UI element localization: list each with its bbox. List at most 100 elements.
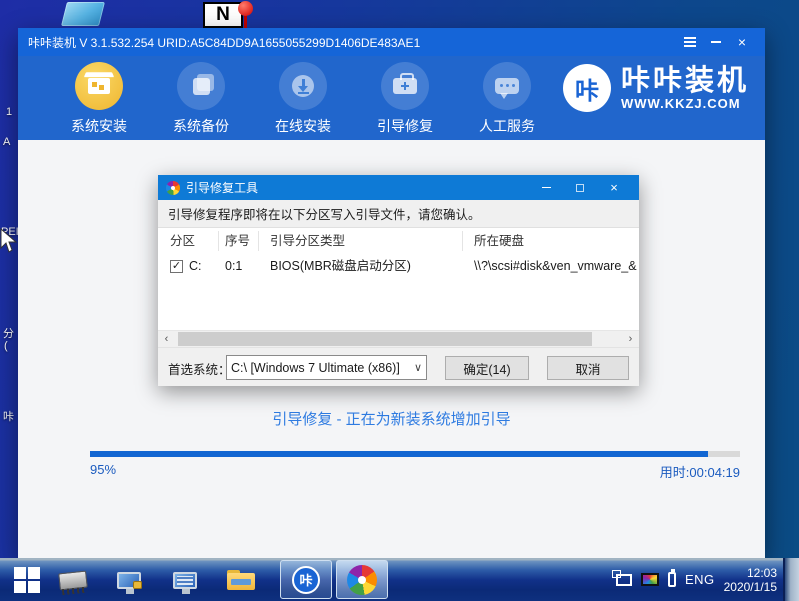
close-button[interactable]: ×	[729, 31, 755, 53]
show-desktop-button[interactable]	[783, 558, 799, 601]
mouse-cursor	[0, 228, 17, 254]
nav-label: 系统备份	[173, 116, 229, 136]
monitor-lock-icon	[117, 572, 141, 589]
column-header-partition: 分区	[170, 228, 195, 254]
taskbar-item-remote-pc[interactable]	[168, 564, 202, 596]
scrollbar-thumb[interactable]	[178, 332, 592, 346]
taskbar: 咔 ENG 12:03 2020/1/15	[0, 558, 799, 601]
column-header-disk: 所在硬盘	[474, 228, 524, 254]
scroll-right-arrow[interactable]: ›	[622, 331, 639, 347]
nav-item-system-install[interactable]: 系统安装	[48, 62, 150, 136]
taskbar-button-boot-repair[interactable]	[336, 560, 388, 599]
progress-bar	[90, 451, 740, 457]
system-tray: ENG 12:03 2020/1/15	[616, 558, 777, 601]
nav-label: 人工服务	[479, 116, 535, 136]
taskbar-item-memory-tool[interactable]	[56, 564, 90, 596]
dialog-maximize-button[interactable]	[563, 175, 597, 200]
notepad-letter: N	[203, 2, 243, 28]
nav-item-system-backup[interactable]: 系统备份	[150, 62, 252, 136]
toolbox-plus-icon	[381, 62, 429, 110]
nav-item-boot-repair[interactable]: 引导修复	[354, 62, 456, 136]
menu-button[interactable]	[677, 31, 703, 53]
nav-bar: 系统安装 系统备份 在线安装 引导修复	[48, 62, 558, 136]
maximize-icon	[576, 184, 584, 192]
cell-index: 0:1	[225, 254, 242, 278]
nav-label: 在线安装	[275, 116, 331, 136]
boot-repair-dialog: 引导修复工具 × 引导修复程序即将在以下分区写入引导文件，请您确认。 分区 序号…	[158, 175, 639, 386]
nav-item-human-service[interactable]: 人工服务	[456, 62, 558, 136]
clock-time: 12:03	[747, 566, 777, 580]
memory-chip-icon	[58, 570, 88, 590]
logo-title: 咔咔装机	[621, 66, 749, 96]
pinwheel-icon	[166, 181, 180, 195]
nav-item-online-install[interactable]: 在线安装	[252, 62, 354, 136]
cell-type: BIOS(MBR磁盘启动分区)	[270, 254, 411, 278]
pushpin-icon	[238, 1, 253, 16]
horizontal-scrollbar[interactable]: ‹ ›	[158, 330, 639, 347]
partition-table: 分区 序号 引导分区类型 所在硬盘 ✓ C: 0:1 BIOS(MBR磁盘启动分…	[158, 227, 639, 330]
cell-disk: \\?\scsi#disk&ven_vmware_&	[474, 254, 639, 278]
nav-label: 引导修复	[377, 116, 433, 136]
dialog-title: 引导修复工具	[186, 179, 529, 196]
logo-badge: 咔	[563, 64, 611, 112]
nav-label: 系统安装	[71, 116, 127, 136]
start-button[interactable]	[10, 564, 44, 596]
checkbox-checked-icon[interactable]: ✓	[170, 260, 183, 273]
kaka-app-icon: 咔	[292, 566, 320, 594]
desktop-label-fragment: A	[3, 136, 10, 148]
backup-icon	[177, 62, 225, 110]
desktop-label-fragment: 咔	[3, 408, 14, 424]
select-value: C:\ [Windows 7 Ultimate (x86)]	[231, 361, 412, 375]
cancel-button[interactable]: 取消	[547, 356, 629, 380]
ok-button[interactable]: 确定(14)	[445, 356, 529, 380]
table-row[interactable]: ✓ C:	[170, 254, 202, 278]
monitor-keyboard-icon	[173, 572, 197, 589]
taskbar-button-kaka[interactable]: 咔	[280, 560, 332, 599]
window-titlebar[interactable]: 咔咔装机 V 3.1.532.254 URID:A5C84DD9A1655055…	[18, 28, 765, 56]
progress-percent: 95%	[90, 462, 116, 481]
minimize-icon	[711, 41, 721, 43]
taskbar-clock[interactable]: 12:03 2020/1/15	[724, 566, 777, 594]
column-divider	[462, 231, 463, 251]
display-color-icon[interactable]	[641, 573, 659, 586]
install-icon	[75, 62, 123, 110]
toolbar: 系统安装 系统备份 在线安装 引导修复	[18, 56, 765, 140]
column-header-type: 引导分区类型	[270, 228, 345, 254]
elapsed-time: 用时:00:04:19	[660, 462, 740, 481]
dialog-close-button[interactable]: ×	[597, 175, 631, 200]
taskbar-item-file-explorer[interactable]	[224, 564, 258, 596]
pinwheel-icon	[347, 565, 377, 595]
desktop-notepad-icon[interactable]: N	[203, 2, 255, 28]
hamburger-icon	[684, 37, 696, 47]
network-icon[interactable]	[616, 574, 632, 586]
dialog-minimize-button[interactable]	[529, 175, 563, 200]
usb-icon[interactable]	[668, 572, 676, 587]
progress-meta: 95% 用时:00:04:19	[90, 462, 740, 481]
windows-logo-icon	[14, 567, 40, 593]
language-indicator[interactable]: ENG	[685, 572, 715, 587]
chat-icon	[483, 62, 531, 110]
brand-logo: 咔 咔咔装机 WWW.KKZJ.COM	[563, 64, 749, 112]
minimize-icon	[542, 187, 551, 188]
preferred-system-label: 首选系统：	[168, 359, 231, 378]
window-title: 咔咔装机 V 3.1.532.254 URID:A5C84DD9A1655055…	[28, 34, 677, 51]
close-icon: ×	[610, 180, 618, 195]
minimize-button[interactable]	[703, 31, 729, 53]
desktop-label-fragment: 分	[3, 325, 14, 341]
cell-partition: C:	[189, 254, 202, 278]
taskbar-item-locked-pc[interactable]	[112, 564, 146, 596]
chevron-down-icon: ∨	[414, 361, 422, 374]
scroll-left-arrow[interactable]: ‹	[158, 331, 175, 347]
dialog-titlebar[interactable]: 引导修复工具 ×	[158, 175, 639, 200]
clock-date: 2020/1/15	[724, 580, 777, 594]
pushpin-tail	[244, 15, 247, 29]
desktop: N 1 A PEI 分 ( 咔 咔咔装机 V 3.1.532.254 URID:…	[0, 0, 799, 601]
dialog-message: 引导修复程序即将在以下分区写入引导文件，请您确认。	[158, 200, 639, 227]
preferred-system-select[interactable]: C:\ [Windows 7 Ultimate (x86)] ∨	[226, 355, 427, 380]
progress-fill	[90, 451, 708, 457]
column-divider	[258, 231, 259, 251]
desktop-map-icon[interactable]	[61, 2, 105, 26]
column-header-index: 序号	[225, 228, 250, 254]
column-divider	[218, 231, 219, 251]
logo-url: WWW.KKZJ.COM	[621, 96, 749, 111]
